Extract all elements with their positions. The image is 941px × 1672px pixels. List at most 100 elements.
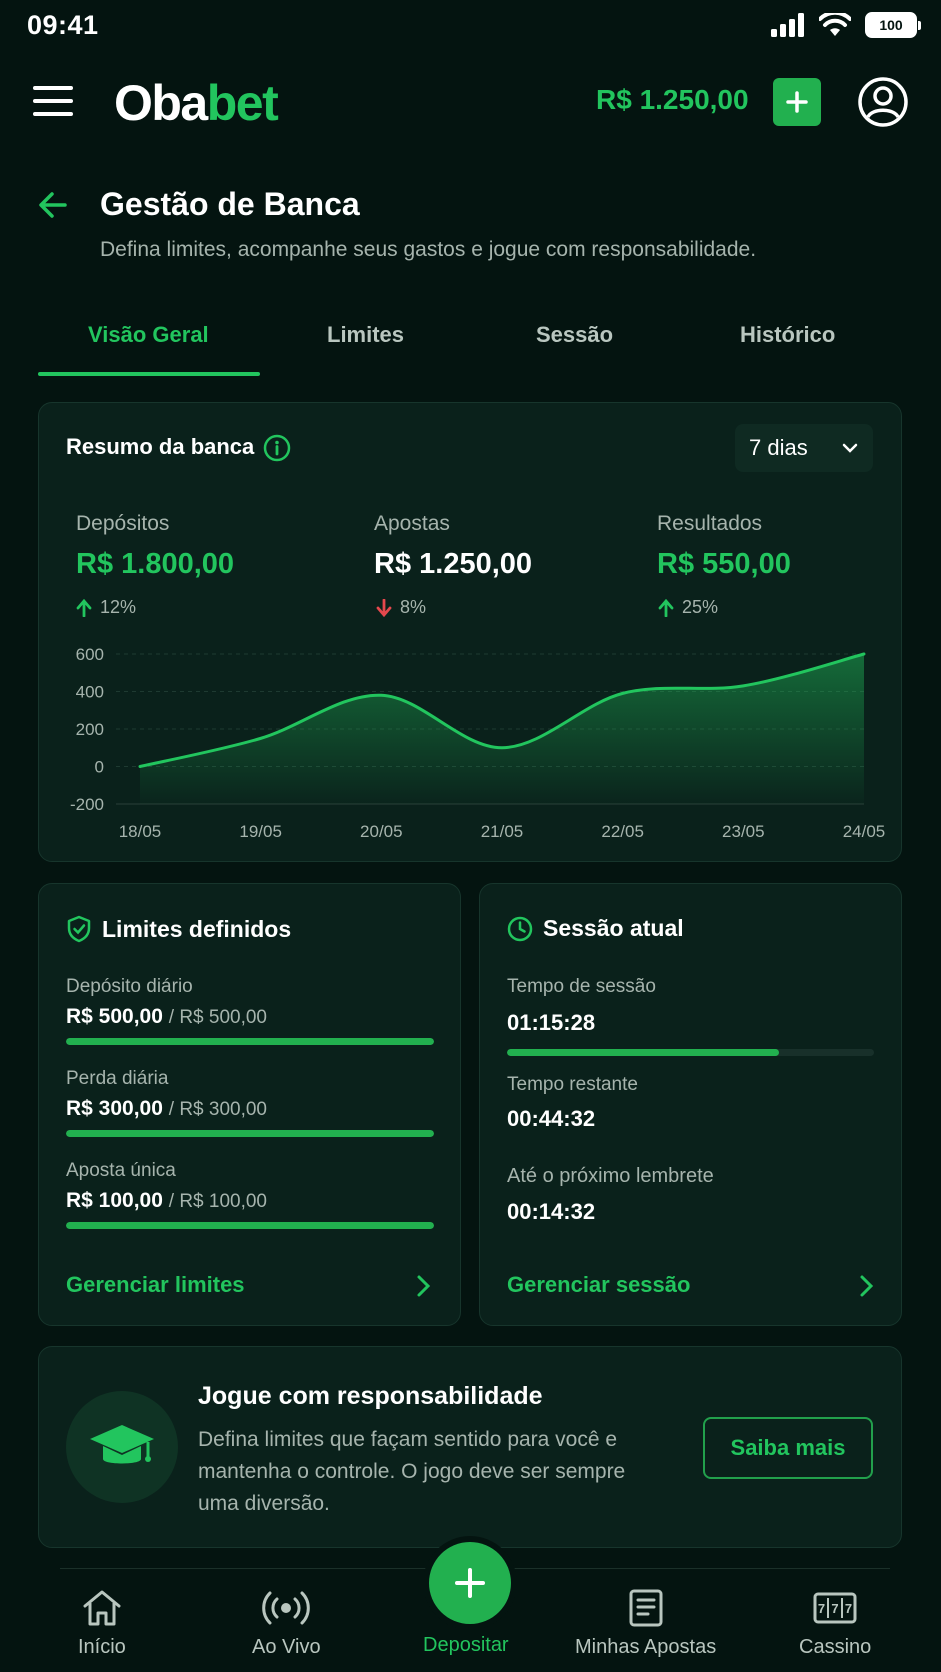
page-title: Gestão de Banca bbox=[100, 186, 360, 222]
add-funds-button[interactable] bbox=[773, 78, 821, 126]
slot-icon: 7 7 7 bbox=[813, 1592, 857, 1624]
menu-icon[interactable] bbox=[33, 86, 73, 116]
limit-value: R$ 300,00 / R$ 300,00 bbox=[66, 1097, 267, 1121]
limit-progress-fill bbox=[66, 1130, 434, 1137]
remaining-time-label: Tempo restante bbox=[507, 1074, 638, 1095]
limit-current: R$ 500,00 bbox=[66, 1005, 163, 1028]
session-card-title: Sessão atual bbox=[543, 915, 684, 941]
nav-casino[interactable]: 7 7 7 Cassino bbox=[799, 1588, 871, 1659]
nav-label: Início bbox=[78, 1636, 126, 1658]
x-tick-label: 18/05 bbox=[119, 822, 162, 841]
x-tick-label: 21/05 bbox=[481, 822, 524, 841]
limit-label: Aposta única bbox=[66, 1160, 176, 1181]
shield-icon bbox=[67, 915, 91, 943]
stat-change: 12% bbox=[76, 597, 136, 618]
tab-session[interactable]: Sessão bbox=[536, 322, 613, 348]
arrow-down-icon bbox=[376, 598, 392, 617]
session-time-value: 01:15:28 bbox=[507, 1010, 596, 1035]
nav-my-bets[interactable]: Minhas Apostas bbox=[575, 1588, 716, 1659]
limits-card-header: Limites definidos bbox=[66, 915, 291, 943]
session-card bbox=[479, 883, 902, 1326]
limit-label: Perda diária bbox=[66, 1068, 169, 1089]
info-icon[interactable] bbox=[263, 434, 291, 462]
plus-icon bbox=[455, 1568, 485, 1598]
period-value: 7 dias bbox=[749, 435, 808, 460]
nav-home[interactable]: Início bbox=[78, 1588, 126, 1659]
chart-svg: 600 400 200 0 -200 18/05 19/05 20/05 21/05 22/05 2… bbox=[70, 645, 886, 841]
remaining-time-value: 00:44:32 bbox=[507, 1106, 596, 1131]
profile-icon[interactable] bbox=[857, 76, 909, 128]
live-icon bbox=[262, 1591, 311, 1625]
home-icon bbox=[83, 1590, 121, 1626]
logo[interactable]: Obabet bbox=[114, 74, 279, 132]
battery-icon: 100 bbox=[865, 12, 921, 38]
limit-max: / R$ 300,00 bbox=[168, 1099, 268, 1120]
learn-more-button[interactable]: Saiba mais bbox=[703, 1417, 873, 1479]
y-tick-label: 200 bbox=[76, 720, 104, 739]
responsible-text: Defina limites que façam sentido para vo… bbox=[198, 1428, 626, 1515]
nav-deposit[interactable]: Depositar bbox=[423, 1634, 509, 1657]
logo-part2: bet bbox=[206, 75, 279, 131]
y-tick-label: 600 bbox=[76, 645, 104, 664]
limit-value: R$ 500,00 / R$ 500,00 bbox=[66, 1005, 267, 1029]
graduation-cap-icon bbox=[66, 1391, 178, 1503]
responsible-title: Jogue com responsabilidade bbox=[198, 1382, 543, 1410]
period-select[interactable]: 7 dias bbox=[735, 424, 873, 472]
session-time-label: Tempo de sessão bbox=[507, 976, 656, 997]
limits-card-title: Limites definidos bbox=[102, 915, 292, 942]
manage-limits-link[interactable]: Gerenciar limites bbox=[66, 1272, 245, 1298]
tab-history[interactable]: Histórico bbox=[740, 322, 835, 348]
chevron-right-icon[interactable] bbox=[857, 1274, 875, 1298]
balance-chart: 600 400 200 0 -200 18/05 19/05 20/05 21/05 22/05 2… bbox=[56, 640, 896, 855]
stat-change-value: 25% bbox=[682, 597, 719, 617]
plus-icon bbox=[786, 91, 808, 113]
stat-change: 8% bbox=[376, 597, 426, 618]
svg-text:7: 7 bbox=[818, 1601, 825, 1616]
nav-live[interactable]: Ao Vivo bbox=[252, 1588, 321, 1659]
session-card-header: Sessão atual bbox=[507, 915, 684, 942]
signal-icon bbox=[771, 13, 804, 37]
status-icons: 100 bbox=[771, 12, 921, 38]
nav-label: Cassino bbox=[799, 1636, 872, 1658]
limit-progress-bar bbox=[66, 1130, 434, 1137]
limit-progress-fill bbox=[66, 1038, 434, 1045]
limit-value: R$ 100,00 / R$ 100,00 bbox=[66, 1189, 267, 1213]
y-tick-label: -200 bbox=[70, 795, 104, 814]
y-tick-label: 400 bbox=[76, 683, 104, 702]
chevron-right-icon[interactable] bbox=[414, 1274, 432, 1298]
limit-max: / R$ 100,00 bbox=[168, 1191, 268, 1212]
limit-current: R$ 300,00 bbox=[66, 1097, 163, 1120]
summary-title: Resumo da banca bbox=[66, 434, 255, 459]
arrow-up-icon bbox=[658, 598, 674, 617]
back-arrow-icon[interactable] bbox=[38, 190, 68, 220]
x-tick-label: 23/05 bbox=[722, 822, 765, 841]
arrow-up-icon bbox=[76, 598, 92, 617]
bets-icon bbox=[629, 1589, 663, 1627]
page-subtitle: Defina limites, acompanhe seus gastos e … bbox=[100, 238, 757, 261]
stat-change-value: 12% bbox=[100, 597, 137, 617]
limit-progress-bar bbox=[66, 1038, 434, 1045]
balance[interactable]: R$ 1.250,00 bbox=[596, 84, 749, 116]
logo-part1: Oba bbox=[114, 75, 208, 131]
stat-label: Apostas bbox=[374, 512, 450, 535]
stat-value-results: R$ 550,00 bbox=[657, 548, 791, 580]
clock-icon bbox=[507, 916, 533, 941]
tab-overview[interactable]: Visão Geral bbox=[88, 322, 209, 348]
limit-max: / R$ 500,00 bbox=[168, 1007, 268, 1028]
chevron-down-icon bbox=[842, 443, 858, 453]
stat-label: Resultados bbox=[657, 512, 763, 535]
manage-session-link[interactable]: Gerenciar sessão bbox=[507, 1272, 690, 1298]
tab-limits[interactable]: Limites bbox=[327, 322, 404, 348]
deposit-fab-button[interactable] bbox=[429, 1542, 511, 1624]
x-tick-label: 22/05 bbox=[601, 822, 644, 841]
x-tick-label: 24/05 bbox=[843, 822, 886, 841]
nav-label: Ao Vivo bbox=[252, 1636, 321, 1658]
tab-active-indicator bbox=[38, 372, 260, 376]
session-progress-bar bbox=[507, 1049, 874, 1056]
reminder-label: Até o próximo lembrete bbox=[507, 1165, 714, 1187]
limit-progress-bar bbox=[66, 1222, 434, 1229]
stat-change: 25% bbox=[658, 597, 718, 618]
nav-label: Depositar bbox=[423, 1634, 509, 1656]
x-tick-label: 20/05 bbox=[360, 822, 403, 841]
x-tick-label: 19/05 bbox=[239, 822, 282, 841]
